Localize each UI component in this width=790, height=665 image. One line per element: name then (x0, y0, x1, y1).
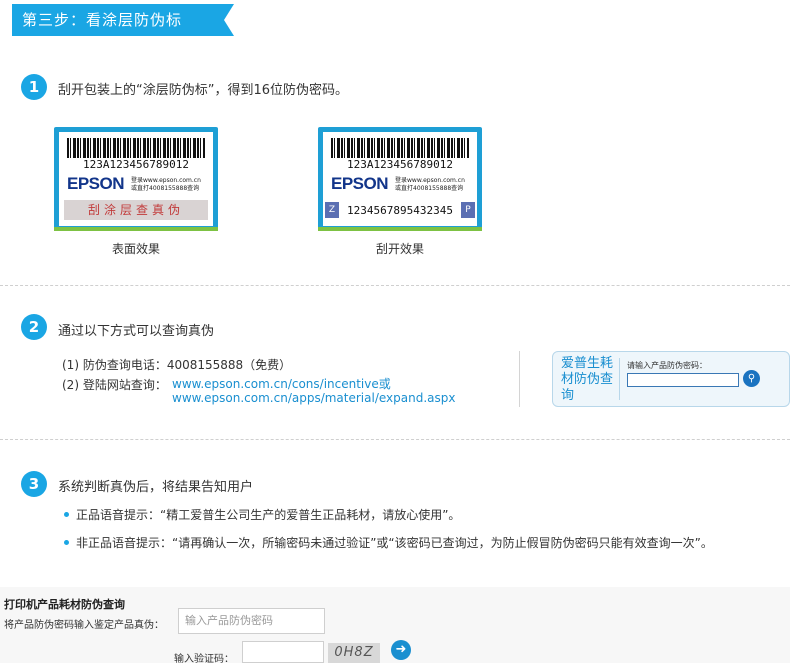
label-green-stripe (318, 227, 482, 231)
right-mark-icon: P (461, 202, 475, 218)
label-code: 123A123456789012 (83, 158, 189, 171)
web-query-link-2[interactable]: www.epson.com.cn/apps/material/expand.as… (172, 391, 455, 405)
web-query-link-1[interactable]: www.epson.com.cn/cons/incentive或 (172, 375, 391, 392)
revealed-caption: 刮开效果 (375, 242, 424, 256)
step-3-text: 系统判断真伪后，将结果告知用户 (58, 480, 254, 495)
step-1-text: 刮开包装上的“涂层防伪标”，得到16位防伪密码。 (58, 83, 349, 98)
revealed-code: 1234567895432345 (347, 204, 453, 217)
brand-logo: EPSON (331, 174, 389, 193)
label-revealed-image: 123A123456789012 EPSON 登录www.epson.com.c… (318, 127, 482, 231)
label-info: 登录www.epson.com.cn 或直打4008155888查询 (395, 177, 465, 192)
divider (0, 439, 790, 440)
query-widget-divider (619, 358, 620, 400)
banner-notch (224, 4, 234, 36)
search-icon[interactable]: ⚲ (743, 370, 760, 387)
web-query-prefix: (2) 登陆网站查询： (62, 378, 167, 392)
barcode-graphic (67, 138, 205, 158)
query-widget-title: 爱普生耗材防伪查询 (561, 356, 614, 403)
genuine-voice-prompt: 正品语音提示：“精工爱普生公司生产的爱普生正品耗材，请放心使用”。 (76, 508, 461, 522)
phone-query-item: (1) 防伪查询电话：4008155888（免费） (62, 358, 292, 372)
vertical-divider (519, 351, 520, 407)
bullet-icon (64, 540, 69, 545)
label-code: 123A123456789012 (347, 158, 453, 171)
bullet-icon (64, 512, 69, 517)
captcha-input[interactable] (242, 641, 324, 663)
banner-title: 第三步：看涂层防伪标 (22, 11, 183, 29)
submit-arrow-icon[interactable]: ➜ (391, 640, 411, 660)
step-3-badge: 3 (21, 471, 47, 497)
section-banner: 第三步：看涂层防伪标 (12, 4, 234, 36)
label-green-stripe (54, 227, 218, 231)
query-widget: 爱普生耗材防伪查询 请输入产品防伪密码： ⚲ (552, 351, 790, 407)
code-input[interactable]: 输入产品防伪密码 (178, 608, 325, 634)
barcode-graphic (331, 138, 469, 158)
divider (0, 285, 790, 286)
fake-voice-prompt: 非正品语音提示：“请再确认一次，所输密码未通过验证”或“该密码已查询过，为防止假… (76, 536, 713, 550)
step-2-badge: 2 (21, 314, 47, 340)
label-info: 登录www.epson.com.cn 或直打4008155888查询 (131, 177, 201, 192)
brand-logo: EPSON (67, 174, 125, 193)
step-1-badge: 1 (21, 74, 47, 100)
form-title: 打印机产品耗材防伪查询 (4, 598, 125, 611)
code-label: 将产品防伪密码输入鉴定产品真伪： (4, 620, 164, 631)
scratch-coating: 刮涂层查真伪 (64, 200, 208, 220)
step-2-text: 通过以下方式可以查询真伪 (58, 324, 215, 339)
query-widget-input[interactable] (627, 373, 739, 387)
surface-caption: 表面效果 (111, 242, 160, 256)
query-widget-label: 请输入产品防伪密码： (627, 361, 707, 370)
captcha-image[interactable]: 0H8Z (328, 643, 380, 663)
label-surface-image: 123A123456789012 EPSON 登录www.epson.com.c… (54, 127, 218, 231)
